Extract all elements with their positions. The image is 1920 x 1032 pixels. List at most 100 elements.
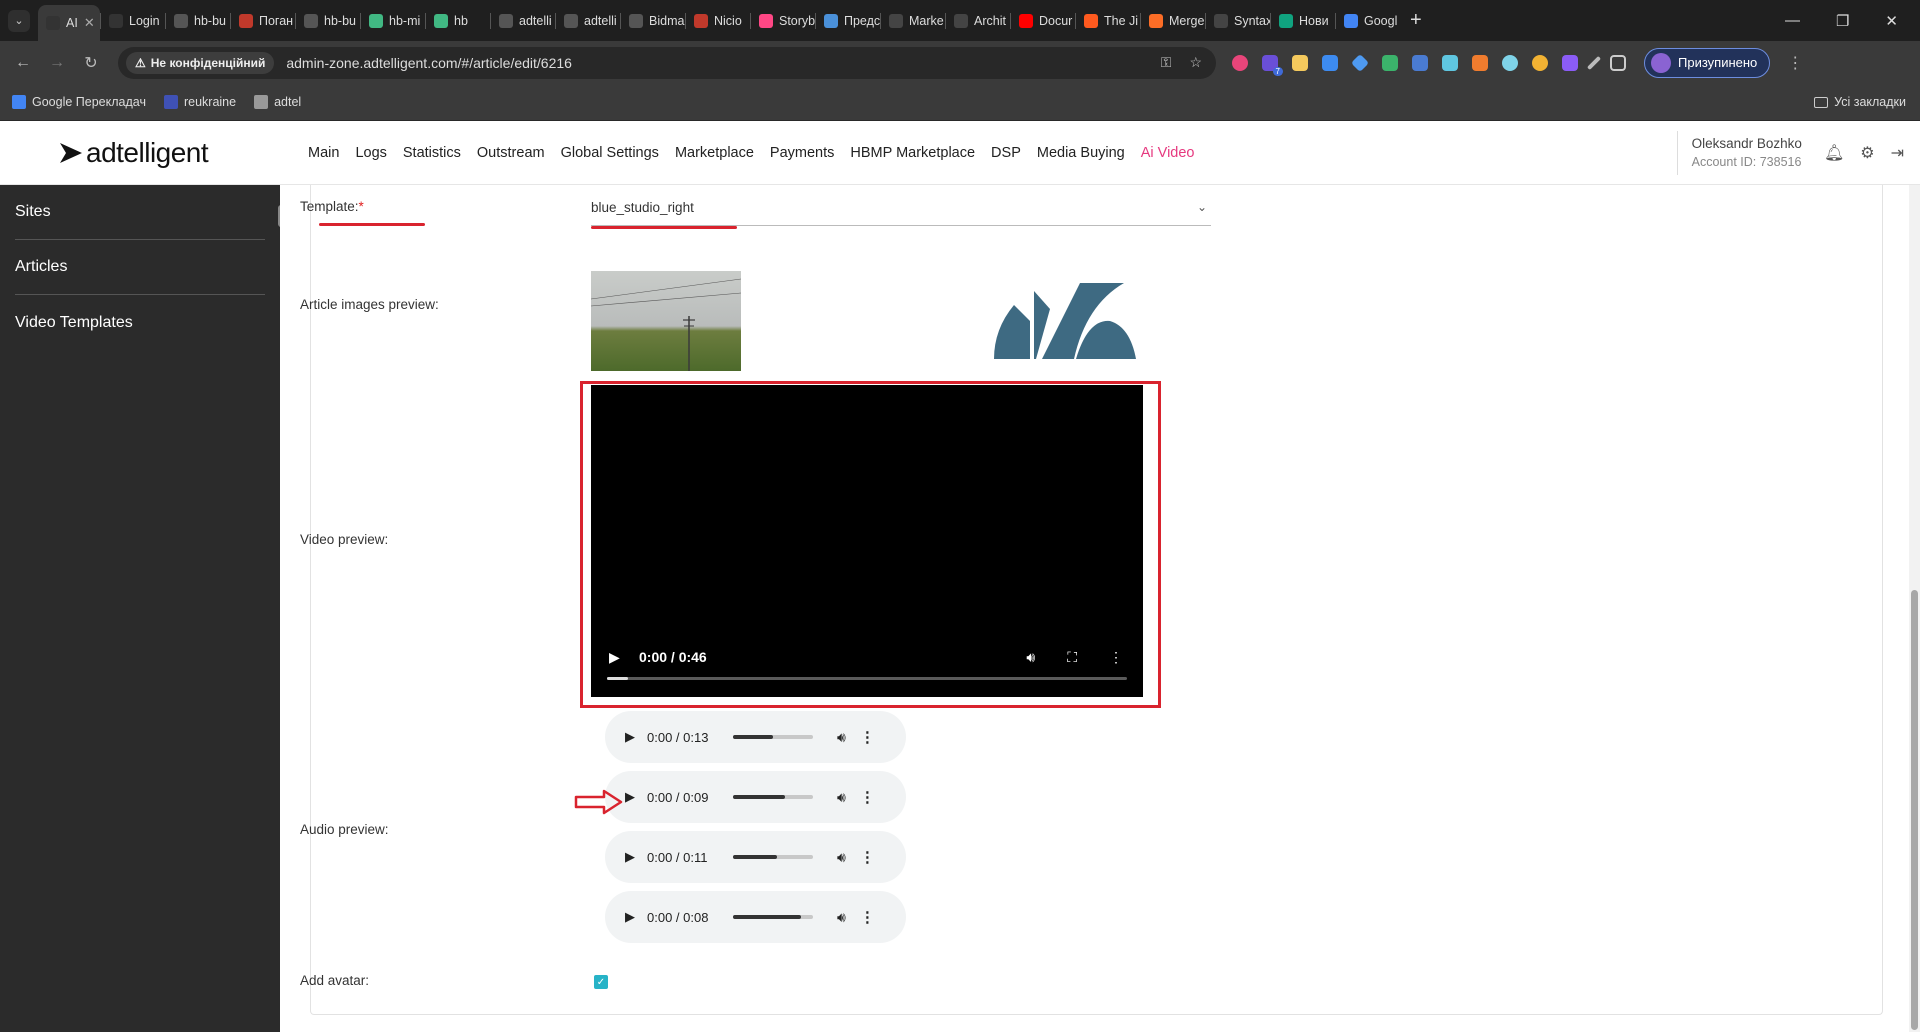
extension-icon[interactable]: [1382, 54, 1398, 71]
play-icon[interactable]: ▶: [625, 849, 639, 865]
extension-icon[interactable]: [1350, 53, 1370, 72]
template-select[interactable]: blue_studio_right ⌄: [591, 189, 1211, 226]
play-icon[interactable]: ▶: [625, 729, 639, 745]
nav-item-statistics[interactable]: Statistics: [403, 145, 461, 161]
bookmark-item[interactable]: Google Перекладач: [12, 95, 146, 109]
extension-icon[interactable]: [1502, 54, 1518, 71]
browser-tab[interactable]: hb: [426, 5, 490, 37]
more-options-icon[interactable]: ⋮: [860, 848, 875, 866]
browser-tab[interactable]: Marke: [881, 5, 945, 37]
close-window-icon[interactable]: ✕: [1885, 12, 1898, 30]
browser-tab[interactable]: Googl: [1336, 5, 1400, 37]
browser-tab-title: Storyb: [779, 13, 815, 28]
browser-tab[interactable]: Нови: [1271, 5, 1335, 37]
nav-item-ai-video[interactable]: Ai Video: [1141, 145, 1195, 161]
more-options-icon[interactable]: ⋮: [860, 728, 875, 746]
back-icon[interactable]: ←: [6, 54, 40, 72]
sidebar-item-video-templates[interactable]: Video Templates: [15, 295, 265, 350]
audio-volume-slider[interactable]: [733, 735, 813, 739]
app-logo[interactable]: adtelligent: [60, 137, 310, 169]
browser-tab[interactable]: adtelli: [491, 5, 555, 37]
extension-icon[interactable]: 7: [1262, 54, 1283, 76]
audio-player[interactable]: ▶ 0:00 / 0:09 🔊︎ ⋮: [605, 771, 906, 823]
account-info[interactable]: Oleksandr Bozhko Account ID: 738516 🔔︎ ⚙…: [1676, 130, 1914, 175]
minimize-icon[interactable]: —: [1785, 12, 1800, 30]
eyedropper-icon[interactable]: [1586, 55, 1602, 70]
browser-tab[interactable]: hb-bu: [296, 5, 360, 37]
gear-icon[interactable]: ⚙: [1860, 143, 1874, 163]
browser-tab[interactable]: Nicio: [686, 5, 750, 37]
audio-volume-slider[interactable]: [733, 915, 813, 919]
nav-item-dsp[interactable]: DSP: [991, 145, 1021, 161]
address-bar[interactable]: ⚠ Не конфіденційний admin-zone.adtelligen…: [118, 46, 1216, 79]
audio-volume-fill: [733, 855, 777, 859]
volume-icon[interactable]: 🔊︎: [837, 729, 846, 746]
volume-icon[interactable]: 🔊︎: [837, 909, 846, 926]
nav-item-media-buying[interactable]: Media Buying: [1037, 145, 1125, 161]
browser-tab[interactable]: AI ✕: [38, 5, 100, 41]
browser-tab-title: Нови: [1299, 13, 1329, 28]
all-bookmarks[interactable]: Усі закладки: [1814, 95, 1906, 109]
more-options-icon[interactable]: ⋮: [860, 908, 875, 926]
browser-tab[interactable]: Archit: [946, 5, 1010, 37]
bell-icon[interactable]: 🔔︎: [1824, 143, 1844, 163]
audio-player[interactable]: ▶ 0:00 / 0:08 🔊︎ ⋮: [605, 891, 906, 943]
extension-icon[interactable]: [1322, 54, 1338, 71]
forward-icon[interactable]: →: [40, 54, 74, 72]
extension-icon[interactable]: [1412, 54, 1428, 71]
extension-icon[interactable]: [1232, 54, 1248, 71]
audio-volume-slider[interactable]: [733, 855, 813, 859]
nav-item-main[interactable]: Main: [308, 145, 339, 161]
browser-tab[interactable]: hb-mi: [361, 5, 425, 37]
nav-item-marketplace[interactable]: Marketplace: [675, 145, 754, 161]
browser-tab[interactable]: Merge: [1141, 5, 1205, 37]
scrollbar-thumb[interactable]: [1911, 590, 1918, 1030]
more-options-icon[interactable]: ⋮: [860, 788, 875, 806]
audio-volume-slider[interactable]: [733, 795, 813, 799]
extensions-puzzle-icon[interactable]: [1610, 54, 1626, 71]
close-tab-icon[interactable]: ✕: [84, 15, 95, 31]
browser-menu-icon[interactable]: ⋮: [1778, 53, 1812, 73]
play-icon[interactable]: ▶: [625, 789, 639, 805]
extension-icon[interactable]: [1532, 54, 1548, 71]
nav-item-payments[interactable]: Payments: [770, 145, 834, 161]
logout-icon[interactable]: ⇥: [1891, 143, 1904, 163]
add-avatar-checkbox[interactable]: ✓: [594, 975, 608, 989]
bookmark-item[interactable]: adtel: [254, 95, 301, 109]
extension-icon[interactable]: [1562, 54, 1578, 71]
browser-tab[interactable]: Login: [101, 5, 165, 37]
nav-item-global-settings[interactable]: Global Settings: [561, 145, 659, 161]
browser-tab[interactable]: hb-bu: [166, 5, 230, 37]
browser-tab[interactable]: Bidma: [621, 5, 685, 37]
nav-item-logs[interactable]: Logs: [355, 145, 386, 161]
sidebar-item-articles[interactable]: Articles: [15, 240, 265, 295]
play-icon[interactable]: ▶: [625, 909, 639, 925]
extension-icon[interactable]: [1472, 54, 1488, 71]
security-badge[interactable]: ⚠ Не конфіденційний: [126, 51, 275, 74]
audio-player[interactable]: ▶ 0:00 / 0:13 🔊︎ ⋮: [605, 711, 906, 763]
profile-paused-button[interactable]: Призупинено: [1644, 47, 1771, 78]
tab-search-button[interactable]: ⌄: [8, 9, 30, 32]
volume-icon[interactable]: 🔊︎: [837, 849, 846, 866]
browser-tab[interactable]: Предс: [816, 5, 880, 37]
browser-tab[interactable]: Syntax: [1206, 5, 1270, 37]
browser-tab[interactable]: The Ji: [1076, 5, 1140, 37]
bookmark-item[interactable]: reukraine: [163, 95, 236, 109]
browser-tab[interactable]: Storyb: [751, 5, 815, 37]
browser-tab[interactable]: Поган: [231, 5, 295, 37]
page-scrollbar[interactable]: [1909, 185, 1920, 1032]
extension-icon[interactable]: [1442, 54, 1458, 71]
restore-icon[interactable]: ❐: [1836, 12, 1849, 30]
key-icon[interactable]: ⚿: [1161, 54, 1172, 71]
sidebar-item-sites[interactable]: Sites: [15, 185, 265, 240]
nav-item-hbmp-marketplace[interactable]: HBMP Marketplace: [850, 145, 975, 161]
new-tab-button[interactable]: +: [1410, 9, 1422, 32]
extension-icon[interactable]: [1292, 54, 1308, 71]
nav-item-outstream[interactable]: Outstream: [477, 145, 545, 161]
browser-tab[interactable]: Docur: [1011, 5, 1075, 37]
bookmark-star-icon[interactable]: ☆: [1189, 54, 1202, 71]
reload-icon[interactable]: ↻: [74, 53, 108, 73]
audio-player[interactable]: ▶ 0:00 / 0:11 🔊︎ ⋮: [605, 831, 906, 883]
volume-icon[interactable]: 🔊︎: [837, 789, 846, 806]
browser-tab[interactable]: adtelli: [556, 5, 620, 37]
